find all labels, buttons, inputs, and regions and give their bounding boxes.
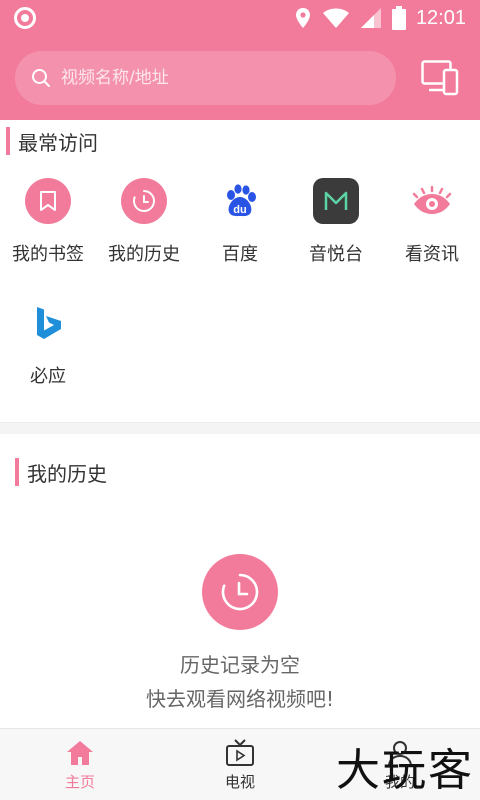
watermark: 大玩客 (336, 745, 474, 796)
shortcut-bookmark[interactable]: 我的书签 (0, 178, 96, 300)
cast-device-icon (421, 60, 459, 96)
shortcut-history[interactable]: 我的历史 (96, 178, 192, 300)
history-section-title: 我的历史 (9, 450, 480, 494)
shortcut-news[interactable]: 看资讯 (384, 178, 480, 300)
search-input[interactable] (61, 68, 361, 88)
svg-text:du: du (233, 204, 246, 216)
status-time: 12:01 (415, 6, 466, 29)
empty-history-clock-icon (202, 554, 278, 630)
empty-message-line2: 快去观看网络视频吧! (145, 687, 335, 711)
history-empty-state: 历史记录为空 快去观看网络视频吧! (0, 554, 480, 716)
nav-tv[interactable]: 电视 (160, 737, 320, 792)
shortcut-grid: 我的书签 我的历史 du 百度 音悦台 看资讯 必应 (0, 162, 480, 422)
history-clock-icon (121, 178, 167, 224)
header (0, 36, 480, 120)
bookmark-icon (25, 178, 71, 224)
nav-home[interactable]: 主页 (0, 737, 160, 792)
app-screen: 12:01 最常访问 (0, 0, 480, 800)
shortcut-bing[interactable]: 必应 (0, 300, 96, 422)
empty-message-line1: 历史记录为空 (180, 653, 300, 677)
cast-button[interactable] (420, 58, 460, 98)
baidu-paw-icon: du (217, 178, 263, 224)
home-icon (64, 737, 96, 769)
section-divider (0, 422, 480, 434)
search-bar[interactable] (15, 51, 396, 105)
search-icon (32, 69, 50, 87)
status-bar: 12:01 (0, 0, 480, 36)
tv-icon (224, 737, 256, 769)
shortcut-yinyuetai[interactable]: 音悦台 (288, 178, 384, 300)
frequent-section-title: 最常访问 (0, 120, 480, 162)
signal-icon (360, 8, 381, 28)
notification-icon (14, 7, 36, 29)
battery-icon (391, 6, 406, 30)
location-icon (295, 8, 310, 28)
yinyuetai-m-icon (313, 178, 359, 224)
shortcut-baidu[interactable]: du 百度 (192, 178, 288, 300)
wifi-icon (322, 8, 349, 28)
history-section: 我的历史 历史记录为空 快去观看网络视频吧! (0, 450, 480, 750)
eye-icon (409, 178, 455, 224)
bing-icon (25, 300, 71, 346)
